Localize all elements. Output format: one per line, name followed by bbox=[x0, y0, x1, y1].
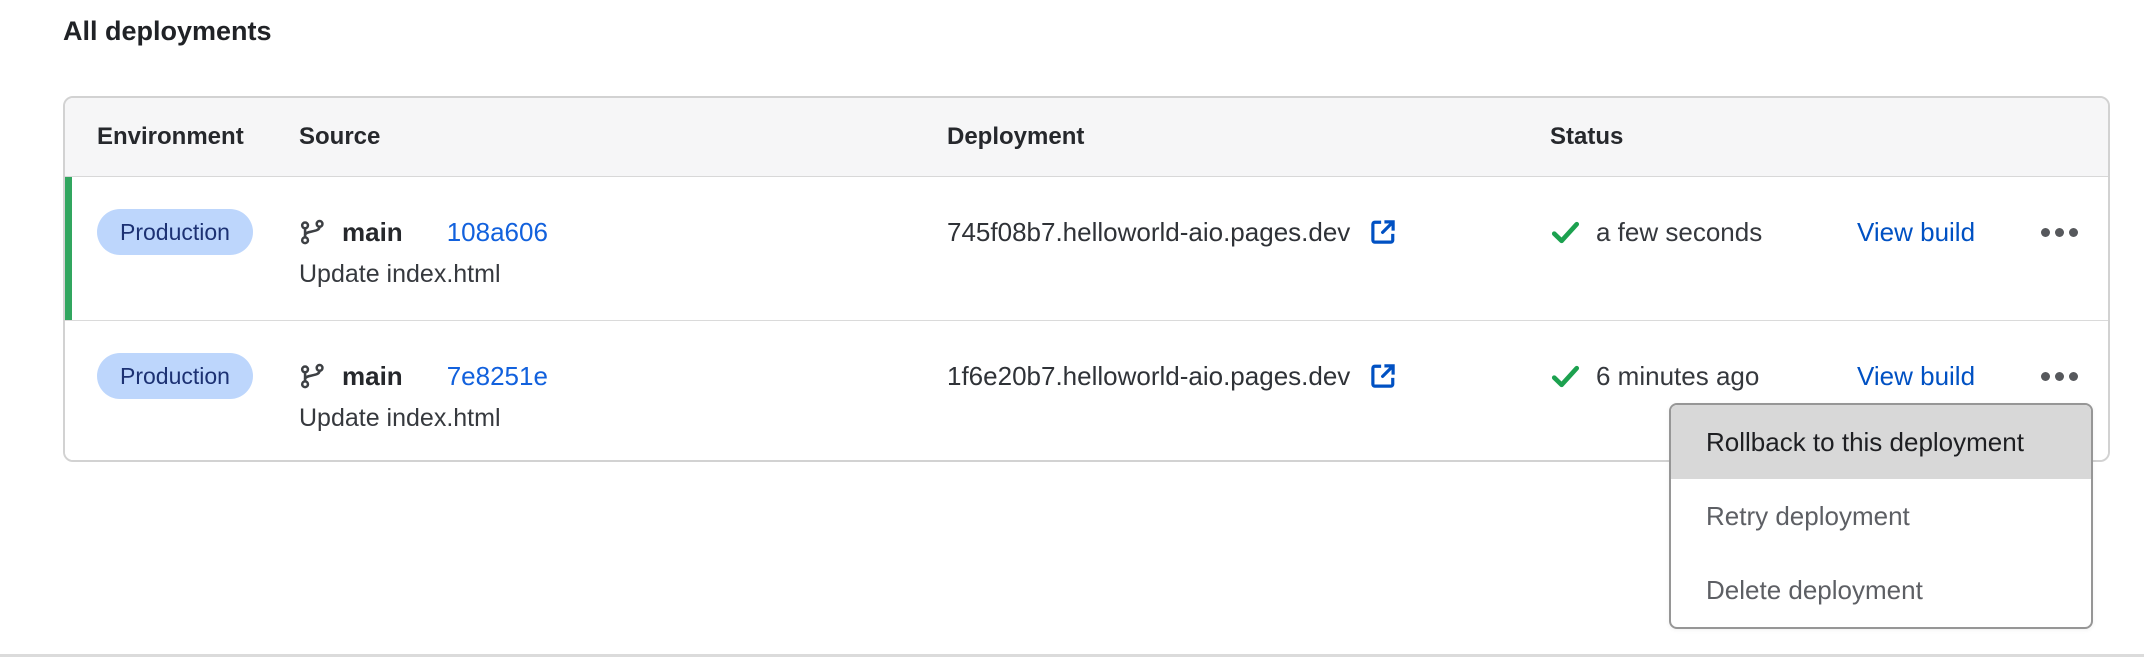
deployment-url: 745f08b7.helloworld-aio.pages.dev bbox=[947, 217, 1350, 248]
menu-item-rollback[interactable]: Rollback to this deployment bbox=[1671, 405, 2091, 479]
menu-item-delete[interactable]: Delete deployment bbox=[1671, 553, 2091, 627]
deployment-link[interactable]: 1f6e20b7.helloworld-aio.pages.dev bbox=[947, 361, 1398, 392]
check-icon bbox=[1550, 217, 1581, 248]
commit-link[interactable]: 7e8251e bbox=[447, 361, 548, 392]
status-text: a few seconds bbox=[1596, 217, 1762, 248]
page-title: All deployments bbox=[63, 16, 272, 47]
git-branch-icon bbox=[299, 219, 326, 246]
branch-name: main bbox=[342, 361, 403, 392]
status-text: 6 minutes ago bbox=[1596, 361, 1759, 392]
check-icon bbox=[1550, 361, 1581, 392]
column-header-status: Status bbox=[1550, 123, 1857, 151]
column-header-environment: Environment bbox=[65, 123, 299, 151]
table-header: Environment Source Deployment Status bbox=[65, 98, 2108, 177]
deployment-url: 1f6e20b7.helloworld-aio.pages.dev bbox=[947, 361, 1350, 392]
git-branch-icon bbox=[299, 363, 326, 390]
environment-badge: Production bbox=[97, 209, 253, 255]
ellipsis-icon bbox=[2041, 228, 2050, 237]
commit-message: Update index.html bbox=[299, 403, 947, 433]
view-build-link[interactable]: View build bbox=[1857, 217, 1975, 248]
bottom-divider bbox=[0, 654, 2144, 657]
view-build-link[interactable]: View build bbox=[1857, 361, 1975, 392]
ellipsis-menu-button[interactable] bbox=[2039, 222, 2080, 243]
ellipsis-menu-button[interactable] bbox=[2039, 366, 2080, 387]
commit-link[interactable]: 108a606 bbox=[447, 217, 548, 248]
branch-name: main bbox=[342, 217, 403, 248]
ellipsis-icon bbox=[2041, 372, 2050, 381]
deployment-link[interactable]: 745f08b7.helloworld-aio.pages.dev bbox=[947, 217, 1398, 248]
current-deployment-marker bbox=[63, 177, 72, 320]
external-link-icon bbox=[1368, 217, 1398, 247]
menu-item-retry[interactable]: Retry deployment bbox=[1671, 479, 2091, 553]
deployment-row: Production main 108a606 Update index.htm… bbox=[65, 177, 2108, 320]
external-link-icon bbox=[1368, 361, 1398, 391]
deployment-context-menu: Rollback to this deployment Retry deploy… bbox=[1669, 403, 2093, 629]
column-header-deployment: Deployment bbox=[947, 123, 1550, 151]
commit-message: Update index.html bbox=[299, 259, 947, 289]
column-header-source: Source bbox=[299, 123, 947, 151]
environment-badge: Production bbox=[97, 353, 253, 399]
